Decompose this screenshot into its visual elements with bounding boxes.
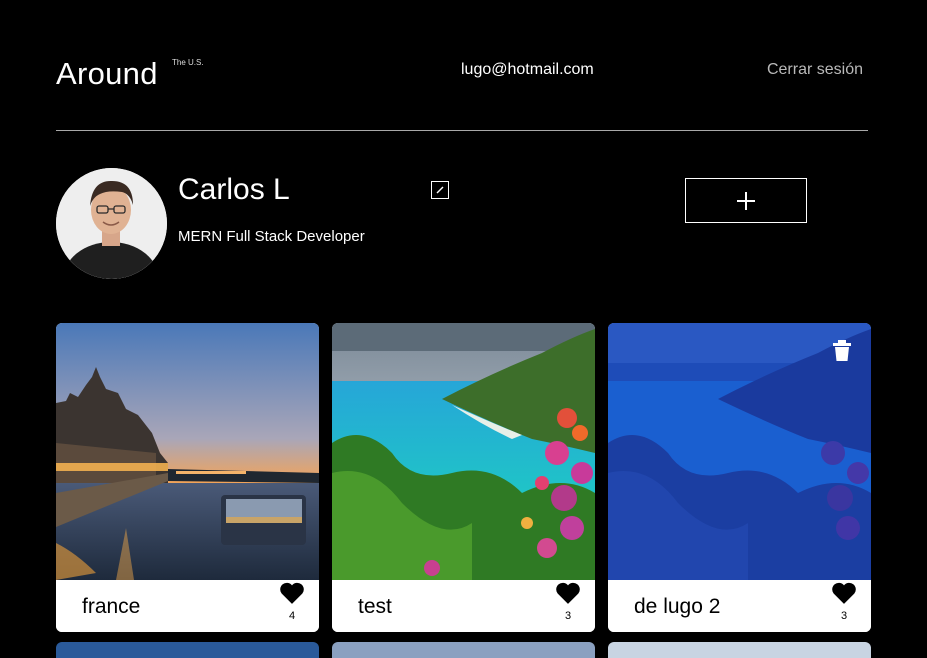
user-email: lugo@hotmail.com (461, 61, 594, 78)
logout-link[interactable]: Cerrar sesión (767, 61, 863, 79)
card-image[interactable] (56, 323, 319, 580)
avatar[interactable] (56, 168, 167, 279)
edit-profile-button[interactable] (431, 181, 449, 199)
card-footer: france 4 (56, 580, 319, 632)
heart-icon (280, 582, 304, 604)
trash-icon (833, 340, 851, 361)
like-button[interactable]: 4 (277, 581, 307, 622)
card: test 3 (332, 323, 595, 632)
like-count: 3 (840, 610, 848, 622)
pencil-icon (436, 186, 444, 194)
card-footer: test 3 (332, 580, 595, 632)
like-count: 4 (288, 610, 296, 622)
profile-section: Carlos L MERN Full Stack Developer (56, 168, 868, 288)
plus-icon (737, 191, 755, 210)
heart-icon (832, 582, 856, 604)
like-count: 3 (564, 610, 572, 622)
page-header: Around The U.S. lugo@hotmail.com Cerrar … (56, 0, 868, 131)
card: de lugo 2 3 (608, 323, 871, 632)
card-title: de lugo 2 (634, 595, 721, 618)
logo-superscript: The U.S. (172, 58, 204, 67)
card-title: france (82, 595, 141, 618)
heart-icon (556, 582, 580, 604)
delete-button[interactable] (831, 339, 853, 363)
card-partial[interactable] (332, 642, 595, 658)
profile-role: MERN Full Stack Developer (178, 228, 365, 245)
like-button[interactable]: 3 (553, 581, 583, 622)
card-image[interactable] (332, 323, 595, 580)
avatar-image (56, 168, 167, 279)
like-button[interactable]: 3 (829, 581, 859, 622)
card: france 4 (56, 323, 319, 632)
card-partial[interactable] (56, 642, 319, 658)
logo: Around (56, 56, 158, 91)
card-title: test (358, 595, 392, 618)
add-card-button[interactable] (685, 178, 807, 223)
card-partial[interactable] (608, 642, 871, 658)
profile-name: Carlos L (178, 173, 290, 206)
card-footer: de lugo 2 3 (608, 580, 871, 632)
